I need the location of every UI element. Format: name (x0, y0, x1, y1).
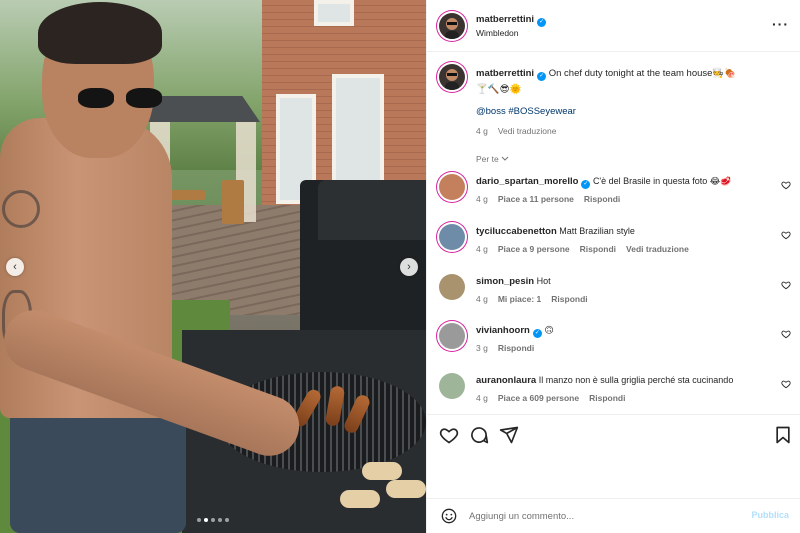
comment-time: 3 g (476, 343, 488, 353)
smiley-icon[interactable] (441, 508, 457, 524)
comment-item: simon_pesin Hot 4 g Mi piace: 1 Rispondi (439, 274, 791, 318)
post-location[interactable]: Wimbledon (476, 28, 519, 38)
comment-username[interactable]: vivianhoorn (476, 325, 530, 336)
bookmark-icon[interactable] (773, 425, 793, 445)
author-avatar[interactable] (439, 13, 465, 39)
comment-likes[interactable]: Piace a 9 persone (498, 244, 570, 254)
comment-avatar[interactable] (439, 224, 465, 250)
comment-text: Hot (536, 276, 551, 286)
author-username[interactable]: matberrettini (476, 14, 534, 25)
comment-item: dario_spartan_morello ✓ C'è del Brasile i… (439, 174, 791, 218)
comment-reply[interactable]: Rispondi (584, 194, 620, 204)
photo-grill-lid (318, 180, 426, 240)
post-photo[interactable]: ‹ › (0, 0, 426, 533)
comment-reply[interactable]: Rispondi (580, 244, 616, 254)
carousel-dot (225, 518, 229, 522)
comment-avatar[interactable] (439, 323, 465, 349)
comment-like-heart-icon[interactable] (781, 180, 791, 190)
caption-author-avatar[interactable] (439, 64, 465, 90)
caption-text: On chef duty tonight at the team house🧑‍… (548, 68, 737, 79)
comment-reply[interactable]: Rispondi (498, 343, 534, 353)
comment-text: Il manzo non è sulla griglia perché sta … (538, 375, 734, 385)
caption-text-block: matberrettini ✓ On chef duty tonight at t… (476, 66, 786, 98)
publish-button[interactable]: Pubblica (751, 510, 789, 520)
photo-tattoo (2, 190, 40, 228)
post-sidebar: matberrettini ✓ Wimbledon ··· matberretti… (426, 0, 800, 533)
comment-item: tyciluccabenetton Matt Brazilian style 4… (439, 224, 791, 268)
comment-input[interactable] (469, 505, 739, 527)
caption-meta: 4 g Vedi traduzione (476, 126, 566, 136)
comments-filter-label: Per te (476, 154, 499, 164)
comment-likes[interactable]: Piace a 11 persone (498, 194, 574, 204)
caption-time: 4 g (476, 126, 488, 136)
comment-avatar[interactable] (439, 373, 465, 399)
comment-like-heart-icon[interactable] (781, 379, 791, 389)
photo-chicken (362, 462, 402, 480)
comment-composer: Pubblica (427, 498, 800, 533)
verified-badge-icon: ✓ (581, 180, 591, 189)
comment-time: 4 g (476, 294, 488, 304)
comment-time: 4 g (476, 194, 488, 204)
carousel-dot (211, 518, 215, 522)
comment-username[interactable]: simon_pesin (476, 276, 534, 287)
heart-icon[interactable] (439, 425, 459, 445)
comment-avatar[interactable] (439, 274, 465, 300)
comment-time: 4 g (476, 393, 488, 403)
caption-hashtags[interactable]: @boss #BOSSeyewear (476, 106, 576, 117)
photo-chair (222, 180, 244, 224)
post-header: matberrettini ✓ Wimbledon ··· (427, 0, 800, 52)
comment-username[interactable]: tyciluccabenetton (476, 226, 557, 237)
carousel-dot-active (204, 518, 208, 522)
comment-item: auranonlaura Il manzo non è sulla grigli… (439, 373, 791, 417)
comment-icon[interactable] (469, 425, 489, 445)
share-icon[interactable] (499, 425, 519, 445)
comment-time: 4 g (476, 244, 488, 254)
carousel-prev-button[interactable]: ‹ (6, 258, 24, 276)
comment-avatar[interactable] (439, 174, 465, 200)
comment-reply[interactable]: Rispondi (551, 294, 587, 304)
photo-person-shorts (10, 408, 186, 533)
carousel-next-button[interactable]: › (400, 258, 418, 276)
comment-username[interactable]: auranonlaura (476, 375, 536, 386)
comment-text: Matt Brazilian style (559, 226, 635, 236)
comment-text: C'è del Brasile in questa foto 😂🥩 (592, 176, 732, 186)
caption-translate-link[interactable]: Vedi traduzione (498, 126, 557, 136)
post-action-bar (427, 414, 800, 454)
comment-text: 🙃 (544, 325, 554, 335)
verified-badge-icon: ✓ (537, 72, 547, 81)
comment-like-heart-icon[interactable] (781, 230, 791, 240)
comment-translate-link[interactable]: Vedi traduzione (626, 244, 689, 254)
carousel-dot (197, 518, 201, 522)
more-options-icon[interactable]: ··· (772, 16, 789, 32)
comment-likes[interactable]: Mi piace: 1 (498, 294, 541, 304)
comment-reply[interactable]: Rispondi (589, 393, 625, 403)
caption-username[interactable]: matberrettini (476, 68, 534, 79)
comment-likes[interactable]: Piace a 609 persone (498, 393, 579, 403)
chevron-down-icon (501, 154, 509, 164)
comments-filter[interactable]: Per te (476, 154, 509, 164)
comment-like-heart-icon[interactable] (781, 280, 791, 290)
caption-emojis: 🍸🔨😎🌞 (476, 84, 522, 95)
photo-person-hair (38, 2, 162, 64)
photo-house-window-upper (314, 0, 354, 26)
photo-sunglasses (70, 84, 168, 108)
photo-chicken (340, 490, 380, 508)
verified-badge-icon: ✓ (532, 329, 542, 338)
comment-item: vivianhoorn ✓ 🙃 3 g Rispondi (439, 323, 791, 367)
verified-badge-icon: ✓ (537, 18, 547, 27)
comment-username[interactable]: dario_spartan_morello (476, 176, 578, 187)
photo-chicken (386, 480, 426, 498)
carousel-dot (218, 518, 222, 522)
carousel-dots (197, 518, 229, 522)
comment-like-heart-icon[interactable] (781, 329, 791, 339)
